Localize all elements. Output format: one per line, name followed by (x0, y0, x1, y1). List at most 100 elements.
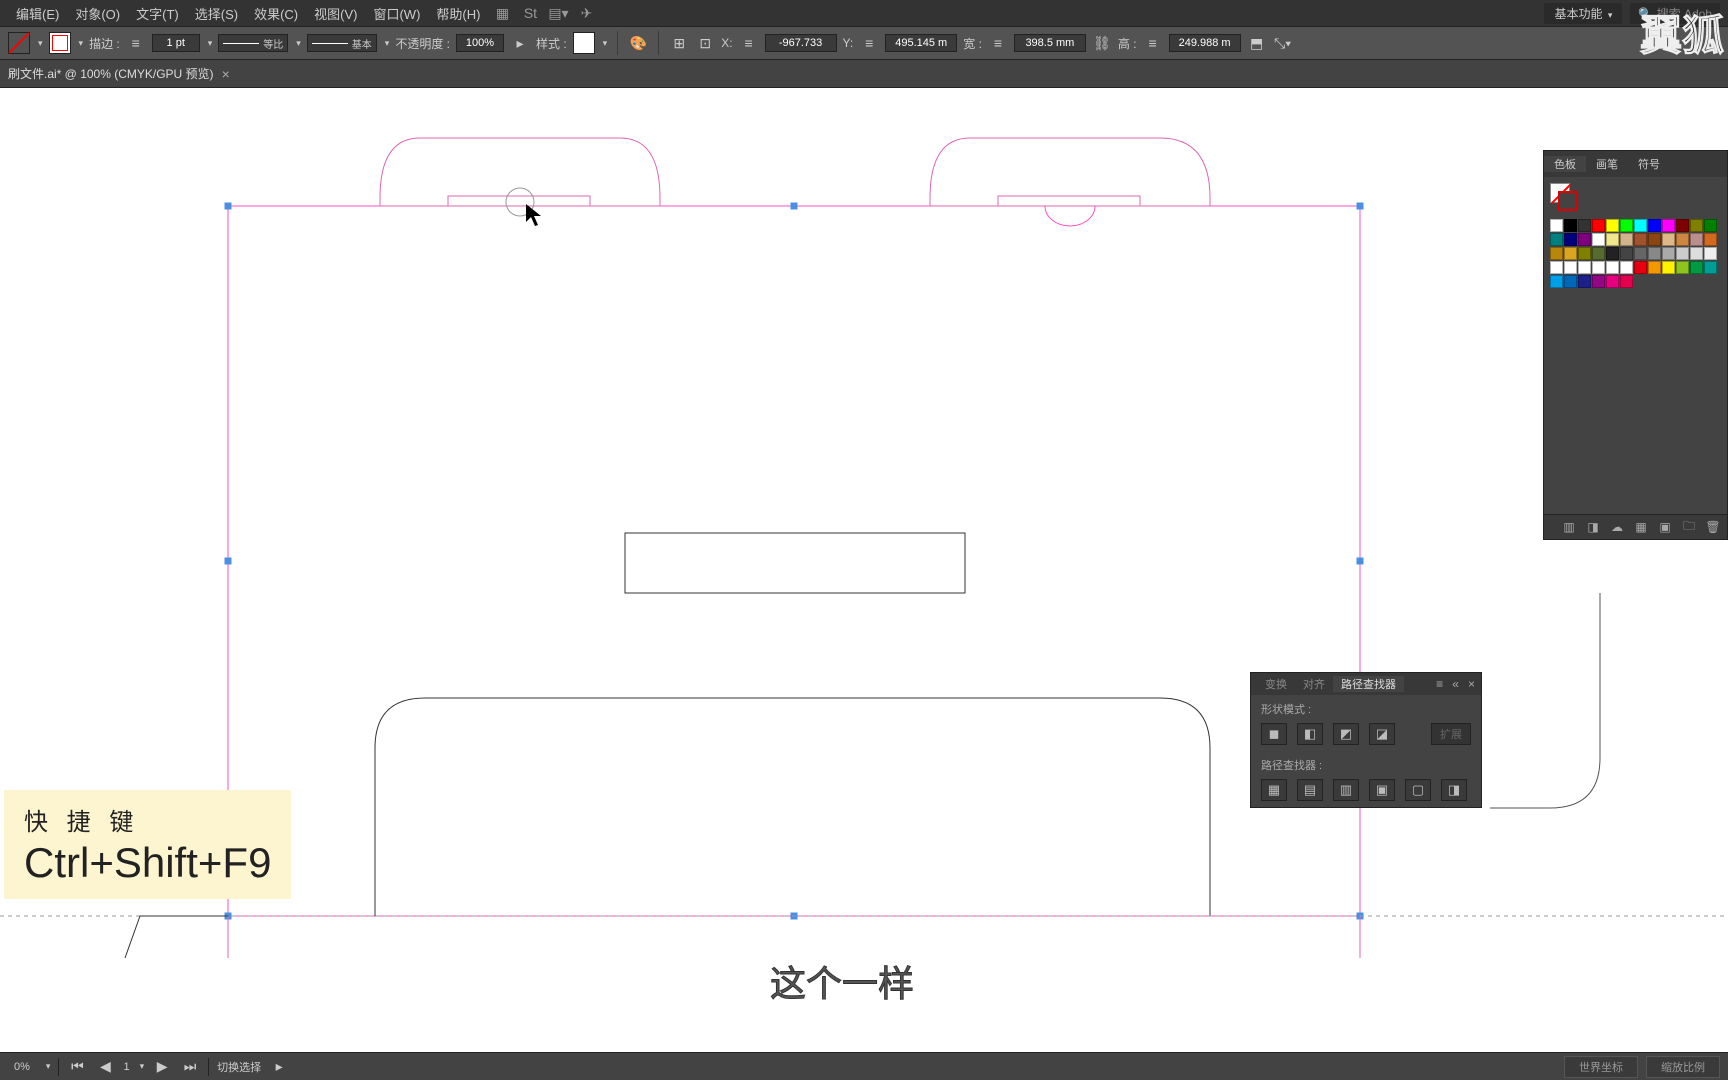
y-stepper-icon[interactable]: ≡ (859, 33, 879, 53)
swatch[interactable] (1578, 261, 1591, 274)
menu-effect[interactable]: 效果(C) (246, 4, 306, 23)
swatch[interactable] (1564, 219, 1577, 232)
menu-text[interactable]: 文字(T) (128, 4, 187, 23)
status-arrow-icon[interactable]: ▸ (269, 1057, 289, 1077)
swatch[interactable] (1676, 261, 1689, 274)
menu-view[interactable]: 视图(V) (306, 4, 365, 23)
swatch[interactable] (1564, 261, 1577, 274)
link-wh-icon[interactable]: ⛓ (1092, 33, 1112, 53)
panel-menu-icon[interactable]: ≡ (1436, 677, 1443, 691)
divide-button[interactable]: ▦ (1261, 779, 1287, 801)
artboard-nav-last-icon[interactable]: ⏭ (180, 1057, 200, 1077)
transform-options-icon[interactable]: ⤡▾ (1273, 33, 1293, 53)
swatch[interactable] (1550, 219, 1563, 232)
opacity-arrow-icon[interactable]: ▸ (510, 33, 530, 53)
swatch[interactable] (1648, 261, 1661, 274)
fill-stroke-preview[interactable] (1544, 177, 1727, 217)
minus-back-button[interactable]: ◨ (1441, 779, 1467, 801)
swatch[interactable] (1704, 247, 1717, 260)
y-input[interactable] (885, 34, 957, 52)
merge-button[interactable]: ▥ (1333, 779, 1359, 801)
brush-definition[interactable]: 基本 (307, 34, 377, 52)
swatch[interactable] (1648, 219, 1661, 232)
swatch[interactable] (1648, 233, 1661, 246)
canvas[interactable] (0, 88, 1728, 1052)
pathfinder-panel[interactable]: 变换 对齐 路径查找器 ≡ « × 形状模式 : ◼ ◧ ◩ ◪ 扩展 路径查找… (1250, 672, 1482, 808)
swatch[interactable] (1606, 261, 1619, 274)
document-tab[interactable]: 刷文件.ai* @ 100% (CMYK/GPU 预览) × (0, 60, 238, 87)
expand-button[interactable]: 扩展 (1431, 723, 1471, 745)
swatch[interactable] (1606, 275, 1619, 288)
swatch[interactable] (1592, 261, 1605, 274)
variable-width-profile[interactable]: 等比 (218, 34, 288, 52)
zoom-level[interactable]: 0% (8, 1061, 36, 1073)
swatch[interactable] (1634, 261, 1647, 274)
swatch[interactable] (1578, 275, 1591, 288)
minus-front-button[interactable]: ◧ (1297, 723, 1323, 745)
swatch[interactable] (1550, 247, 1563, 260)
swatch[interactable] (1676, 247, 1689, 260)
swatch[interactable] (1704, 261, 1717, 274)
swatch[interactable] (1620, 219, 1633, 232)
menu-edit[interactable]: 编辑(E) (8, 4, 67, 23)
trim-button[interactable]: ▤ (1297, 779, 1323, 801)
stepper-icon[interactable]: ≡ (126, 33, 146, 53)
w-input[interactable] (1014, 34, 1086, 52)
swatches-panel[interactable]: 色板 画笔 符号 ▥ ◨ ☁ ▦ ▣ 🗀 🗑 (1543, 150, 1728, 540)
artboard-nav-next-icon[interactable]: ▶ (152, 1057, 172, 1077)
menu-select[interactable]: 选择(S) (187, 4, 246, 23)
swatch[interactable] (1564, 275, 1577, 288)
new-group-icon[interactable]: ▦ (1633, 519, 1649, 535)
panel-close-icon[interactable]: × (1468, 677, 1475, 691)
intersect-button[interactable]: ◩ (1333, 723, 1359, 745)
exclude-button[interactable]: ◪ (1369, 723, 1395, 745)
library-icon[interactable]: ▥ (1561, 519, 1577, 535)
align-icon[interactable]: ⊞ (669, 33, 689, 53)
coord-system[interactable]: 世界坐标 (1564, 1056, 1638, 1078)
opacity-input[interactable] (456, 34, 504, 52)
tab-pathfinder[interactable]: 路径查找器 (1333, 676, 1404, 692)
crop-button[interactable]: ▣ (1369, 779, 1395, 801)
menu-object[interactable]: 对象(O) (67, 4, 128, 23)
gpu-icon[interactable]: ✈ (576, 3, 596, 23)
swatch[interactable] (1662, 247, 1675, 260)
swatch[interactable] (1634, 247, 1647, 260)
fill-swatch[interactable] (8, 32, 30, 54)
tab-swatches[interactable]: 色板 (1544, 156, 1586, 172)
swatch[interactable] (1648, 247, 1661, 260)
swatch[interactable] (1620, 275, 1633, 288)
selection-mode[interactable]: 切换选择 (217, 1059, 261, 1075)
swatch[interactable] (1578, 233, 1591, 246)
swatch[interactable] (1550, 261, 1563, 274)
swatch[interactable] (1662, 261, 1675, 274)
h-input[interactable] (1169, 34, 1241, 52)
swatch[interactable] (1606, 233, 1619, 246)
recolor-icon[interactable]: 🎨 (628, 33, 648, 53)
swatch[interactable] (1606, 247, 1619, 260)
stock-icon[interactable]: St (520, 3, 540, 23)
swatch[interactable] (1662, 219, 1675, 232)
swatch[interactable] (1690, 233, 1703, 246)
tab-symbols[interactable]: 符号 (1628, 156, 1670, 172)
swatch[interactable] (1634, 233, 1647, 246)
swatch-options-icon[interactable]: ☁ (1609, 519, 1625, 535)
swatch[interactable] (1578, 247, 1591, 260)
stroke-weight-input[interactable] (152, 34, 200, 52)
swatch[interactable] (1620, 247, 1633, 260)
new-swatch-icon[interactable]: ▣ (1657, 519, 1673, 535)
shape-options-icon[interactable]: ⬒ (1247, 33, 1267, 53)
w-stepper-icon[interactable]: ≡ (988, 33, 1008, 53)
menu-help[interactable]: 帮助(H) (428, 4, 488, 23)
arrange-icon[interactable]: ▤▾ (548, 3, 568, 23)
menu-window[interactable]: 窗口(W) (365, 4, 428, 23)
swatch[interactable] (1592, 275, 1605, 288)
swatch[interactable] (1676, 219, 1689, 232)
panel-collapse-icon[interactable]: « (1452, 677, 1459, 691)
bridge-icon[interactable]: ▦ (492, 3, 512, 23)
outline-button[interactable]: ▢ (1405, 779, 1431, 801)
tab-close-icon[interactable]: × (222, 66, 230, 82)
transform-icon[interactable]: ⊡ (695, 33, 715, 53)
swatch[interactable] (1564, 233, 1577, 246)
trash-icon[interactable]: 🗑 (1705, 519, 1721, 535)
swatch[interactable] (1620, 261, 1633, 274)
